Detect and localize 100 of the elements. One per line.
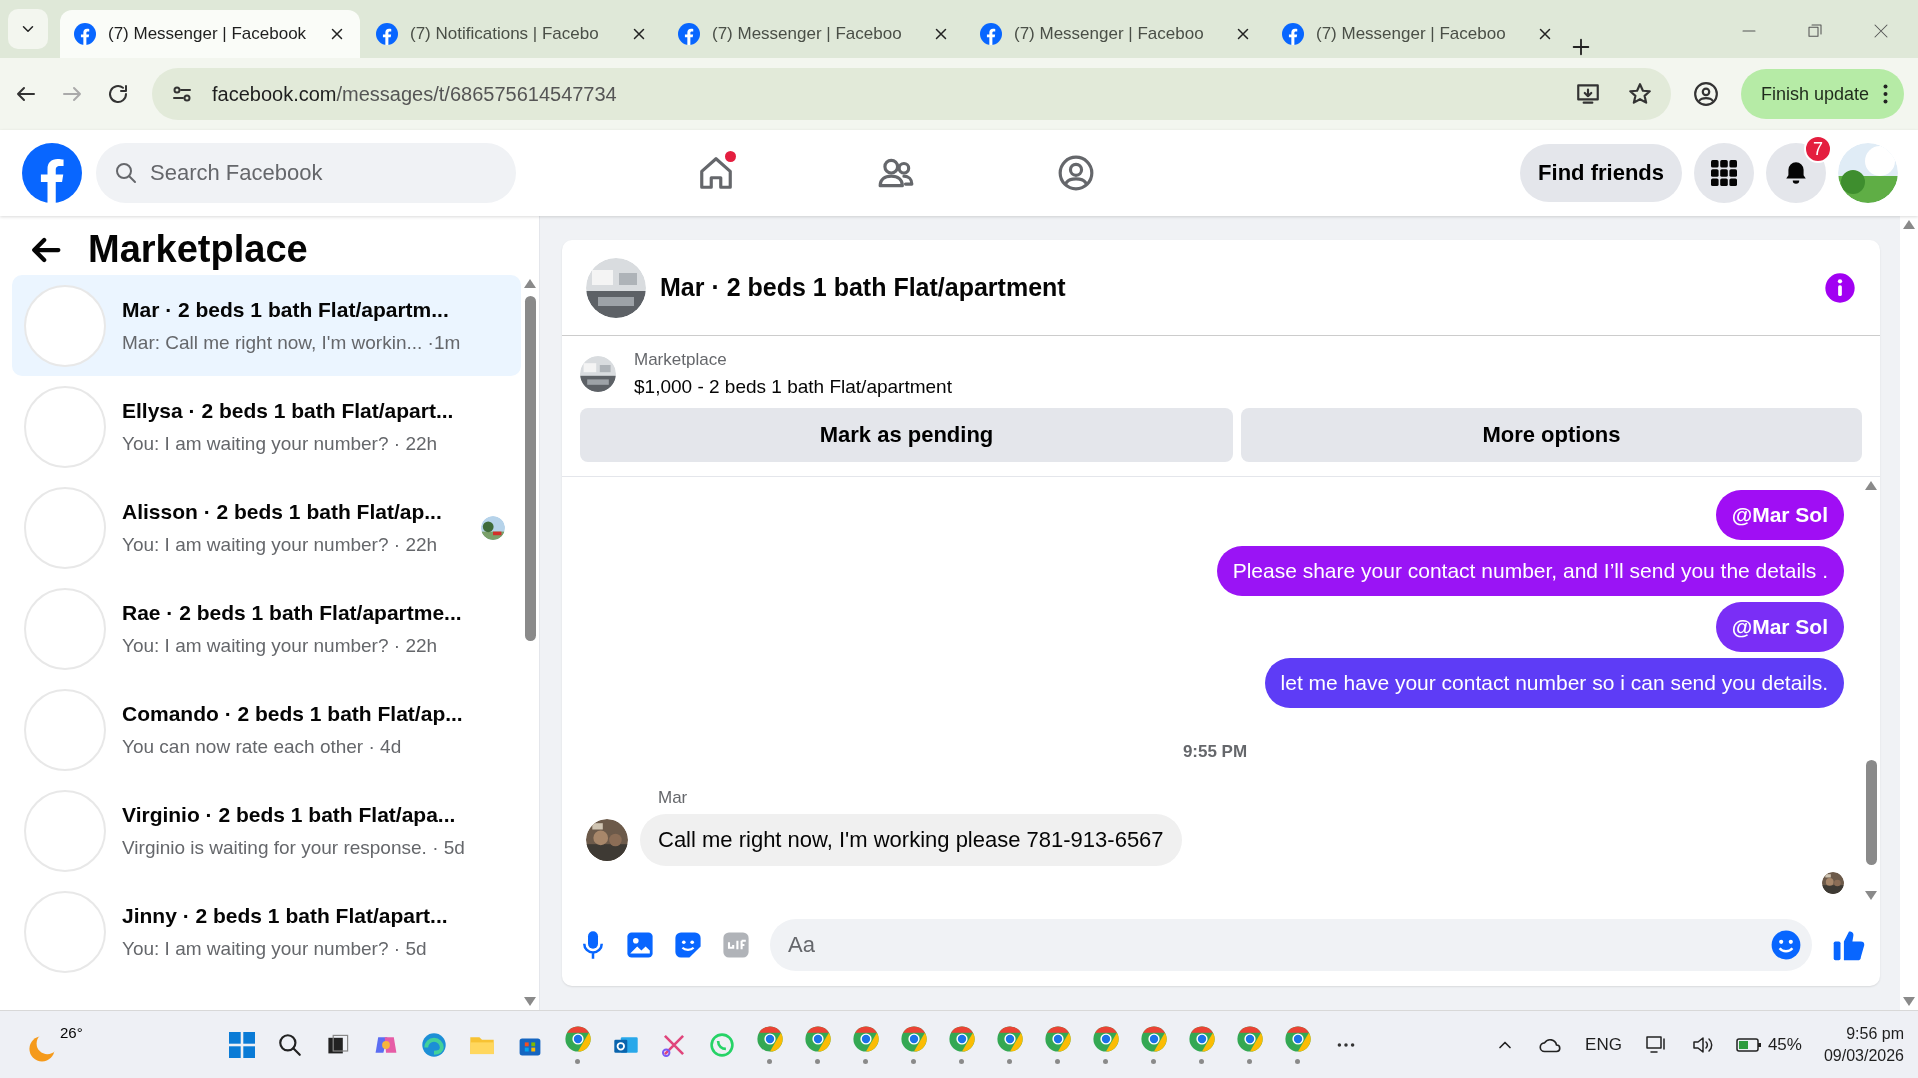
running-indicator xyxy=(1247,1059,1253,1064)
profile-icon[interactable] xyxy=(1057,154,1095,192)
thumbs-up-icon xyxy=(1832,928,1866,962)
new-tab-icon[interactable] xyxy=(1570,36,1592,58)
message-preview: You: I am waiting your number? · 22h xyxy=(122,533,439,556)
timestamp: 9:55 PM xyxy=(1182,742,1248,762)
chrome-icon[interactable] xyxy=(851,1025,880,1053)
grid-icon xyxy=(1711,160,1737,186)
running-indicator xyxy=(911,1059,917,1064)
message-bubble: let me have your contact number so i can send you details. xyxy=(1264,658,1844,708)
conversation-item[interactable]: Jinny · 2 beds 1 bath Flat/apart... You: I am waiting your number? · 5d xyxy=(12,881,521,982)
scrollbar-thumb[interactable] xyxy=(1865,760,1877,865)
facebook-icon xyxy=(678,23,700,45)
running-indicator xyxy=(1295,1059,1301,1064)
scroll-up-icon[interactable] xyxy=(1865,481,1877,490)
chrome-icon[interactable] xyxy=(995,1025,1024,1053)
scroll-up-icon[interactable] xyxy=(1903,220,1915,229)
scroll-down-icon[interactable] xyxy=(1903,997,1915,1006)
chrome-icon[interactable] xyxy=(1043,1025,1072,1053)
sender-name: Mar xyxy=(658,788,689,808)
panel-title: Marketplace xyxy=(88,228,308,271)
language-indicator[interactable]: ENG xyxy=(1585,1034,1622,1055)
menu-button[interactable] xyxy=(1694,143,1754,203)
scroll-down-icon[interactable] xyxy=(1865,891,1877,900)
action-button[interactable]: Mark as pending xyxy=(580,408,1233,462)
install-app-icon[interactable] xyxy=(1574,81,1601,107)
action-button[interactable]: More options xyxy=(1240,408,1862,462)
browser-tab[interactable]: (7) Messenger | Facebook xyxy=(60,10,360,58)
chrome-icon[interactable] xyxy=(563,1025,592,1053)
emoji-icon[interactable] xyxy=(1770,929,1802,961)
sticker-icon xyxy=(674,931,702,959)
address-bar[interactable]: facebook.com/messages/t/686575614547734 xyxy=(152,68,1671,120)
running-indicator xyxy=(815,1059,821,1064)
photo-button[interactable] xyxy=(626,931,654,959)
notifications-button[interactable] xyxy=(1766,143,1826,203)
battery-icon[interactable] xyxy=(1735,1035,1762,1054)
reload-icon[interactable] xyxy=(106,82,130,106)
running-indicator xyxy=(1199,1059,1205,1064)
clock[interactable]: 9:56 pm 09/03/2026 xyxy=(1823,1024,1904,1065)
running-indicator xyxy=(767,1059,773,1064)
facebook-icon xyxy=(1282,23,1304,45)
conversation-item[interactable]: Mar · 2 beds 1 bath Flat/apartm... Mar: Call me right now, I'm workin... ·1m xyxy=(12,275,521,376)
conversation-item[interactable]: Virginio · 2 beds 1 bath Flat/apa... Virginio is waiting for your response. · 5d xyxy=(12,780,521,881)
chrome-icon[interactable] xyxy=(1187,1025,1216,1053)
chrome-icon[interactable] xyxy=(1091,1025,1120,1053)
message-input[interactable]: Aa xyxy=(770,919,1812,971)
microphone-icon xyxy=(580,930,606,960)
temperature: 26° xyxy=(60,1024,83,1041)
message-preview: You: I am waiting your number? · 22h xyxy=(122,432,439,455)
edge-icon[interactable] xyxy=(420,1031,447,1058)
home-icon[interactable] xyxy=(697,154,735,192)
battery-percent: 45% xyxy=(1767,1034,1802,1055)
message-preview: Virginio is waiting for your response. · 5d xyxy=(122,836,466,859)
listing-title: $1,000 - 2 beds 1 bath Flat/apartment xyxy=(634,376,952,398)
running-indicator xyxy=(1007,1059,1013,1064)
message-bubble: @Mar Sol xyxy=(1715,602,1844,652)
notification-badge: 7 xyxy=(1804,135,1832,163)
conversation-item[interactable]: Ellysa · 2 beds 1 bath Flat/apart... You: I am waiting your number? · 22h xyxy=(12,376,521,477)
chrome-icon[interactable] xyxy=(1283,1025,1312,1053)
facebook-icon xyxy=(980,23,1002,45)
chrome-icon[interactable] xyxy=(755,1025,784,1053)
scroll-up-icon[interactable] xyxy=(524,279,536,288)
close-window-icon[interactable] xyxy=(1872,22,1890,40)
conversation-item[interactable]: Alisson · 2 beds 1 bath Flat/ap... You: I am waiting your number? · 22h xyxy=(12,477,521,578)
chrome-icon[interactable] xyxy=(803,1025,832,1053)
microphone-button[interactable] xyxy=(580,930,606,960)
restore-icon[interactable] xyxy=(1806,22,1824,40)
chrome-icon[interactable] xyxy=(899,1025,928,1053)
windows-icon[interactable] xyxy=(228,1031,255,1058)
image-icon xyxy=(626,931,654,959)
running-indicator xyxy=(959,1059,965,1064)
listing-label: Marketplace xyxy=(634,350,728,370)
message-bubble: Please share your contact number, and I’ll send you the details . xyxy=(1216,546,1844,596)
message-bubble: @Mar Sol xyxy=(1715,490,1844,540)
scroll-down-icon[interactable] xyxy=(524,997,536,1006)
conversation-item[interactable]: Comando · 2 beds 1 bath Flat/ap... You can now rate each other · 4d xyxy=(12,679,521,780)
message-preview: You: I am waiting your number? · 22h xyxy=(122,634,439,657)
chrome-icon[interactable] xyxy=(947,1025,976,1053)
sticker-button[interactable] xyxy=(674,931,702,959)
conversation-title: Mar · 2 beds 1 bath Flat/apartm... xyxy=(122,297,450,322)
like-button[interactable] xyxy=(1832,928,1866,962)
chrome-icon[interactable] xyxy=(1139,1025,1168,1053)
facebook-logo[interactable] xyxy=(22,143,82,203)
conversation-title: Virginio · 2 beds 1 bath Flat/apa... xyxy=(122,802,457,827)
message-preview: You: I am waiting your number? · 5d xyxy=(122,937,428,960)
finish-update-button[interactable]: Finish update xyxy=(1740,69,1904,119)
info-icon[interactable] xyxy=(1824,271,1856,304)
search-field[interactable]: Search Facebook xyxy=(96,143,516,203)
profile-icon[interactable] xyxy=(1692,81,1719,107)
star-icon[interactable] xyxy=(1626,81,1653,107)
find-friends-button[interactable]: Find friends xyxy=(1520,144,1682,202)
running-indicator xyxy=(575,1059,581,1064)
facebook-icon xyxy=(74,23,96,45)
conversation-item[interactable]: Rae · 2 beds 1 bath Flat/apartme... You: I am waiting your number? · 22h xyxy=(12,578,521,679)
chrome-icon[interactable] xyxy=(1235,1025,1264,1053)
search-icon[interactable] xyxy=(276,1031,303,1058)
running-indicator xyxy=(1055,1059,1061,1064)
scrollbar-thumb[interactable] xyxy=(524,296,536,641)
running-indicator xyxy=(1151,1059,1157,1064)
chat-title: Mar · 2 beds 1 bath Flat/apartment xyxy=(660,273,1067,302)
